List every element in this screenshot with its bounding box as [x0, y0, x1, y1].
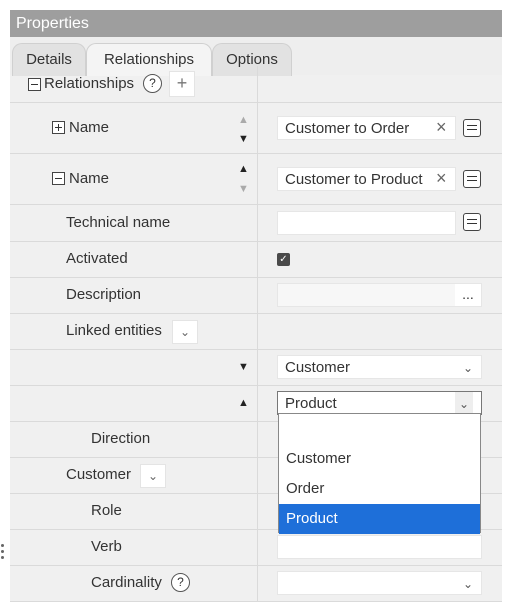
linked-entity-row-1: ▼ Customer ⌄: [10, 349, 502, 386]
role-label: Role: [91, 502, 122, 519]
customer-group-label: Customer: [66, 466, 132, 483]
entity2-select[interactable]: Product ⌄: [277, 391, 482, 415]
chevron-down-icon: ⌄: [462, 577, 473, 591]
panel-title: Properties: [16, 15, 89, 32]
verb-row: Verb: [10, 529, 502, 566]
description-input[interactable]: ...: [277, 283, 482, 307]
entity-dropdown-list: Customer Order Product: [278, 413, 481, 534]
dropdown-option-order[interactable]: Order: [279, 474, 480, 504]
collapse-icon[interactable]: [28, 78, 41, 91]
description-more-button[interactable]: ...: [455, 284, 481, 306]
clear-icon[interactable]: ×: [436, 117, 447, 137]
panel-title-bar: Properties: [10, 10, 502, 37]
checkbox-icon[interactable]: ✓: [277, 253, 290, 266]
relationship-row-1: Name ▲ ▼ Customer to Order ×: [10, 103, 502, 154]
technical-name-row: Technical name: [10, 205, 502, 242]
chevron-down-icon[interactable]: ⌄: [140, 464, 166, 488]
cardinality-row: Cardinality ? ⌄: [10, 565, 502, 602]
triangle-down-icon[interactable]: ▼: [238, 133, 249, 145]
activated-row: Activated ✓: [10, 241, 502, 278]
linked-entities-row: Linked entities ⌄: [10, 313, 502, 350]
relationship-name-input[interactable]: Customer to Order: [277, 116, 456, 140]
technical-name-input[interactable]: [277, 211, 456, 235]
triangle-down-icon[interactable]: ▼: [238, 183, 249, 195]
linked-entities-label: Linked entities: [66, 322, 162, 339]
relationships-section-label: Relationships: [44, 75, 135, 92]
expand-icon[interactable]: [52, 121, 65, 134]
triangle-up-icon[interactable]: ▲: [238, 397, 249, 409]
verb-input[interactable]: [277, 535, 482, 559]
relationship-name-input[interactable]: Customer to Product: [277, 167, 456, 191]
entity1-value: Customer: [285, 359, 351, 376]
relationship-row-2: Name ▲ ▼ Customer to Product ×: [10, 154, 502, 205]
relationships-header-row: Relationships ? +: [10, 66, 502, 103]
direction-label: Direction: [91, 430, 151, 447]
triangle-up-icon[interactable]: ▲: [238, 163, 249, 175]
menu-icon[interactable]: [463, 213, 481, 231]
entity1-select[interactable]: Customer ⌄: [277, 355, 482, 379]
activated-label: Activated: [66, 250, 128, 267]
triangle-up-icon[interactable]: ▲: [238, 114, 249, 126]
relationship-name-label: Name: [69, 170, 110, 187]
dropdown-option-customer[interactable]: Customer: [279, 444, 480, 474]
dropdown-option-empty[interactable]: [279, 414, 480, 444]
collapse-icon[interactable]: [52, 172, 65, 185]
dropdown-option-product[interactable]: Product: [279, 504, 480, 534]
cardinality-select[interactable]: ⌄: [277, 571, 482, 595]
technical-name-label: Technical name: [66, 214, 171, 231]
menu-icon[interactable]: [463, 170, 481, 188]
triangle-down-icon[interactable]: ▼: [238, 361, 249, 373]
description-row: Description ...: [10, 277, 502, 314]
help-icon[interactable]: ?: [171, 573, 190, 592]
cardinality-label: Cardinality: [91, 574, 162, 591]
clear-icon[interactable]: ×: [436, 168, 447, 188]
menu-icon[interactable]: [463, 119, 481, 137]
relationship-name-label: Name: [69, 119, 110, 136]
verb-label: Verb: [91, 538, 122, 555]
help-icon[interactable]: ?: [143, 74, 162, 93]
entity2-value: Product: [285, 395, 337, 412]
description-label: Description: [66, 286, 142, 303]
chevron-down-icon[interactable]: ⌄: [172, 320, 198, 344]
resize-grip-icon[interactable]: [0, 542, 5, 562]
add-relationship-button[interactable]: +: [169, 71, 195, 97]
chevron-down-icon: ⌄: [454, 392, 473, 414]
chevron-down-icon: ⌄: [462, 361, 473, 375]
